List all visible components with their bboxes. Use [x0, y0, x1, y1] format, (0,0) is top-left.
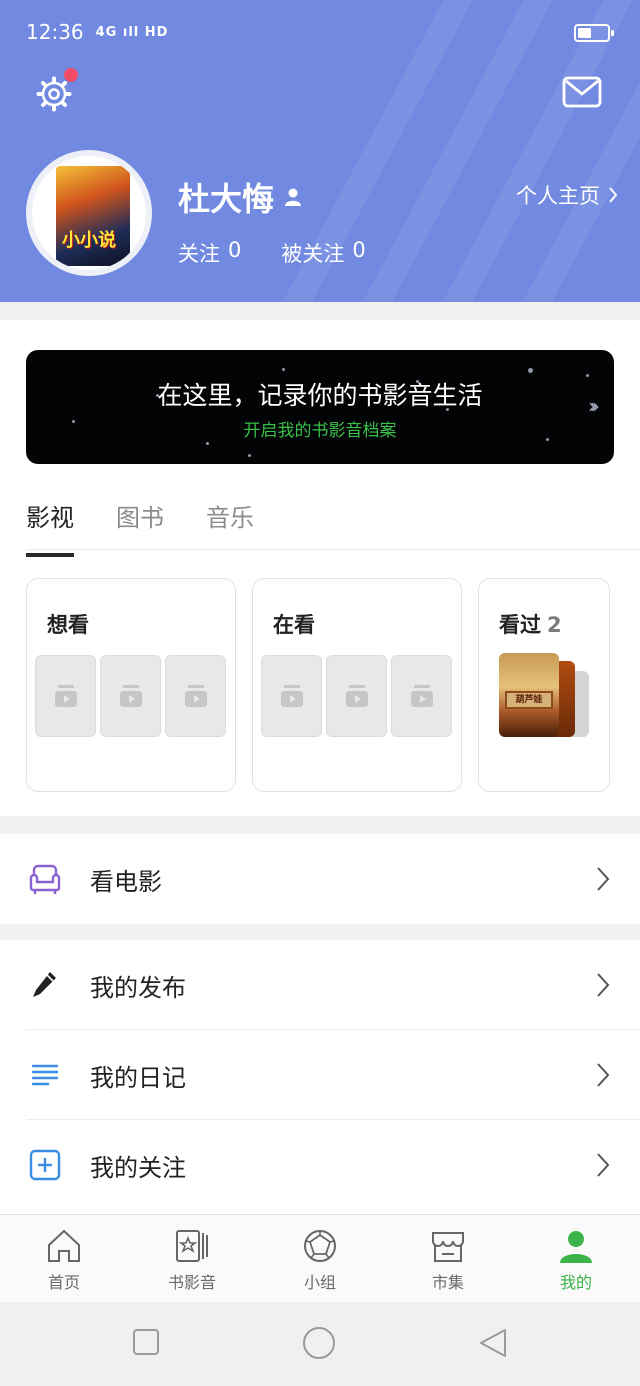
homepage-label: 个人主页 — [516, 184, 600, 208]
nav-label: 首页 — [47, 1273, 80, 1292]
avatar[interactable]: 小小说 — [26, 150, 152, 276]
menu-item-my-posts[interactable]: 我的发布 — [0, 940, 640, 1030]
chevron-right-icon — [597, 867, 610, 891]
username-text: 杜大悔 — [178, 180, 275, 218]
poster-title: 葫芦娃 — [505, 691, 553, 709]
tab-divider — [26, 549, 640, 550]
nav-profile[interactable]: 我的 — [512, 1215, 640, 1302]
gear-icon — [36, 76, 72, 112]
poster-thumbnail: 葫芦娃 — [499, 653, 559, 737]
messages-button[interactable] — [562, 76, 602, 108]
movie-section: 看电影 — [0, 834, 640, 924]
username: 杜大悔 — [178, 174, 302, 220]
system-nav-bar — [0, 1302, 640, 1386]
nav-label: 我的 — [559, 1273, 592, 1292]
shelf-cards: 想看 在看 看过 2 葫芦娃 — [26, 578, 610, 792]
empty-slot — [35, 655, 96, 737]
profile-icon — [560, 1231, 592, 1263]
film-placeholder-icon — [345, 685, 368, 707]
collection-panel: 在这里，记录你的书影音生活 开启我的书影音档案 ››› 影视 图书 音乐 想看 … — [0, 320, 640, 816]
chevron-right-icon — [597, 1063, 610, 1087]
want-to-watch-card[interactable]: 想看 — [26, 578, 236, 792]
card-title: 在看 — [273, 613, 315, 637]
watched-count: 2 — [547, 613, 562, 637]
chevron-right-icon — [609, 187, 618, 203]
back-icon[interactable] — [478, 1328, 508, 1358]
bottom-nav: 首页 书影音 小组 市集 我的 — [0, 1214, 640, 1302]
following-count: 0 — [228, 238, 242, 262]
profile-header: 12:36 4G ıll HD 小小说 杜大悔 关注 0 被关注 0 个人主页 — [0, 0, 640, 302]
film-placeholder-icon — [54, 685, 77, 707]
watched-card[interactable]: 看过 2 葫芦娃 — [478, 578, 610, 792]
following-stat[interactable]: 关注 0 — [178, 238, 241, 268]
recent-apps-icon[interactable] — [132, 1328, 160, 1356]
battery-icon — [574, 24, 614, 42]
nav-media[interactable]: 书影音 — [128, 1215, 256, 1302]
group-icon — [304, 1230, 336, 1262]
market-icon — [432, 1232, 464, 1262]
avatar-text: 小小说 — [62, 230, 116, 251]
empty-slot — [165, 655, 226, 737]
nav-label: 市集 — [431, 1273, 464, 1292]
armchair-icon — [29, 864, 61, 894]
nav-groups[interactable]: 小组 — [256, 1215, 384, 1302]
nav-label: 书影音 — [167, 1273, 216, 1292]
following-label: 关注 — [178, 242, 220, 266]
mail-icon — [562, 76, 602, 108]
empty-slot — [326, 655, 387, 737]
empty-slot — [261, 655, 322, 737]
card-title: 看过 2 — [499, 609, 562, 639]
menu-item-label: 我的关注 — [90, 1154, 186, 1182]
empty-slot — [100, 655, 161, 737]
settings-button[interactable] — [36, 68, 78, 112]
card-title-text: 看过 — [499, 613, 541, 637]
nav-market[interactable]: 市集 — [384, 1215, 512, 1302]
followers-label: 被关注 — [281, 242, 345, 266]
card-title: 想看 — [47, 613, 89, 637]
menu-item-movies[interactable]: 看电影 — [0, 834, 640, 924]
film-placeholder-icon — [184, 685, 207, 707]
signal-indicator: 4G ıll HD — [95, 24, 169, 40]
notification-dot — [64, 68, 78, 82]
menu-item-my-diary[interactable]: 我的日记 — [0, 1030, 640, 1120]
menu-item-my-follows[interactable]: 我的关注 — [0, 1120, 640, 1210]
status-time: 12:36 — [26, 20, 84, 44]
empty-slot — [391, 655, 452, 737]
watching-card[interactable]: 在看 — [252, 578, 462, 792]
nav-label: 小组 — [303, 1273, 336, 1292]
status-bar: 12:36 4G ıll HD — [26, 20, 168, 44]
follow-stats: 关注 0 被关注 0 — [178, 238, 366, 268]
film-placeholder-icon — [410, 685, 433, 707]
followers-count: 0 — [352, 238, 366, 262]
chevrons-right-icon: ››› — [588, 394, 600, 418]
battery-level — [578, 28, 591, 38]
personal-section: 我的发布 我的日记 我的关注 — [0, 940, 640, 1216]
chevron-right-icon — [597, 973, 610, 997]
plus-box-icon — [29, 1149, 61, 1181]
followers-stat[interactable]: 被关注 0 — [281, 238, 365, 268]
home-circle-icon[interactable] — [302, 1326, 336, 1360]
film-placeholder-icon — [119, 685, 142, 707]
menu-item-label: 我的发布 — [90, 974, 186, 1002]
film-placeholder-icon — [280, 685, 303, 707]
lines-icon — [31, 1064, 59, 1086]
archive-banner[interactable]: 在这里，记录你的书影音生活 开启我的书影音档案 ››› — [26, 350, 614, 464]
chevron-right-icon — [597, 1153, 610, 1177]
nav-home[interactable]: 首页 — [0, 1215, 128, 1302]
homepage-link[interactable]: 个人主页 — [516, 180, 618, 210]
menu-item-label: 看电影 — [90, 868, 162, 896]
media-icon — [176, 1230, 208, 1262]
person-icon — [285, 188, 302, 206]
home-icon — [48, 1229, 80, 1262]
menu-item-label: 我的日记 — [90, 1064, 186, 1092]
avatar-image: 小小说 — [56, 166, 130, 266]
pencil-icon — [33, 972, 56, 997]
banner-headline: 在这里，记录你的书影音生活 — [157, 381, 483, 410]
banner-subline: 开启我的书影音档案 — [243, 421, 397, 441]
